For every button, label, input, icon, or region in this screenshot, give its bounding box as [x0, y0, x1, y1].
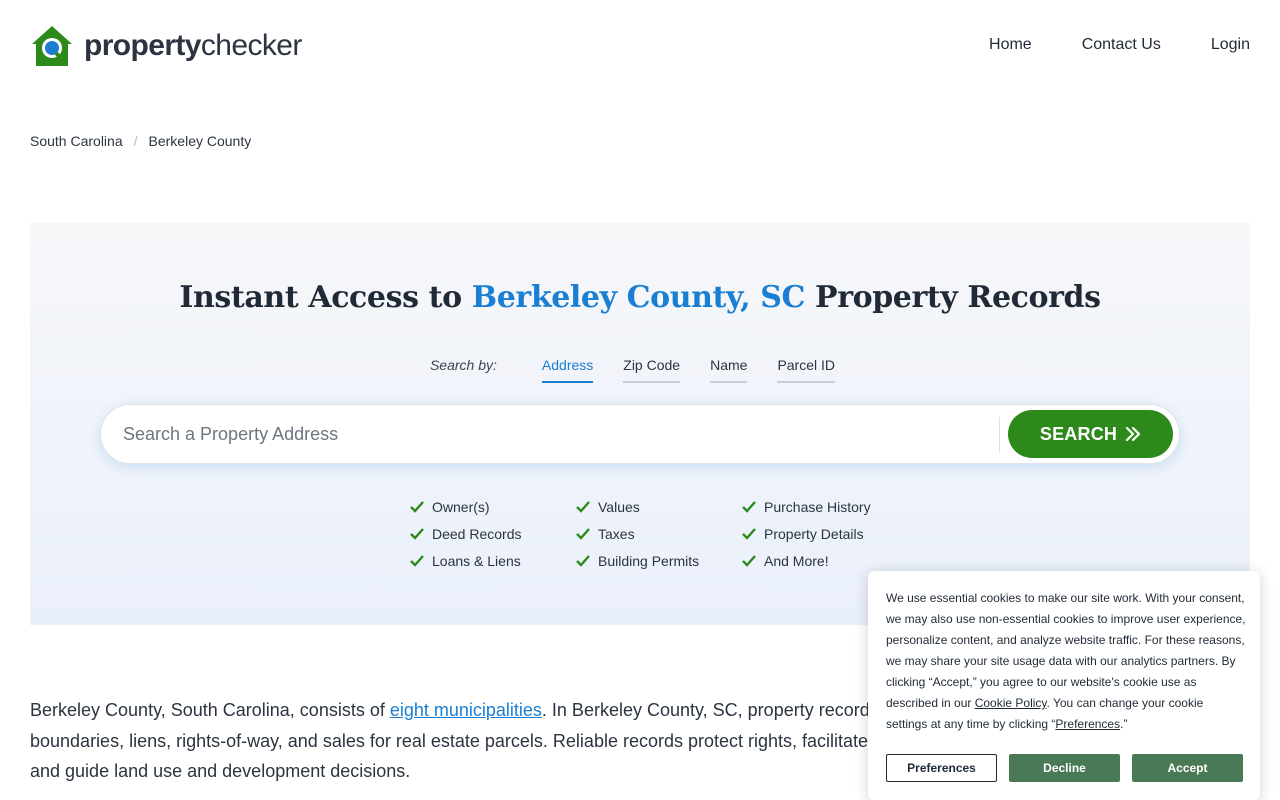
feature-item: Property Details — [742, 524, 908, 544]
tab-name[interactable]: Name — [710, 355, 748, 383]
house-magnifier-icon — [32, 26, 72, 66]
double-chevron-right-icon — [1126, 427, 1141, 441]
logo-wordmark: propertychecker — [84, 29, 302, 62]
nav-login[interactable]: Login — [1211, 35, 1250, 55]
logo[interactable]: propertychecker — [30, 24, 302, 68]
tab-address[interactable]: Address — [541, 355, 594, 383]
decline-button[interactable]: Decline — [1009, 754, 1120, 782]
breadcrumb: South Carolina / Berkeley County — [30, 133, 251, 149]
cookie-policy-link[interactable]: Cookie Policy — [975, 696, 1047, 710]
breadcrumb-separator: / — [133, 133, 138, 149]
feature-item: Values — [576, 497, 742, 517]
search-button-label: SEARCH — [1039, 423, 1118, 444]
hero-search-section: Instant Access to Berkeley County, SC Pr… — [30, 223, 1250, 625]
feature-item: Building Permits — [576, 551, 742, 571]
checkmark-icon — [742, 528, 756, 540]
search-input[interactable] — [123, 415, 993, 453]
search-by-label: Search by: — [429, 357, 497, 373]
feature-item: Owner(s) — [410, 497, 576, 517]
checkmark-icon — [742, 501, 756, 513]
checkmark-icon — [742, 555, 756, 567]
nav-home[interactable]: Home — [989, 35, 1032, 55]
cookie-message: We use essential cookies to make our sit… — [886, 591, 1246, 731]
checkmark-icon — [576, 528, 590, 540]
preferences-link[interactable]: Preferences — [1055, 717, 1120, 731]
feature-item: Deed Records — [410, 524, 576, 544]
feature-list: Owner(s) Values Purchase History Deed Re… — [410, 497, 908, 571]
municipalities-link[interactable]: eight municipalities — [390, 700, 542, 720]
accept-button[interactable]: Accept — [1132, 754, 1243, 782]
breadcrumb-item-county: Berkeley County — [148, 133, 252, 149]
checkmark-icon — [410, 528, 424, 540]
checkmark-icon — [410, 501, 424, 513]
cookie-consent-banner: We use essential cookies to make our sit… — [868, 571, 1260, 800]
cookie-buttons: Preferences Decline Accept — [886, 754, 1243, 782]
search-divider — [999, 417, 1000, 453]
feature-item: Taxes — [576, 524, 742, 544]
search-bar: SEARCH — [100, 404, 1180, 464]
page-title: Instant Access to Berkeley County, SC Pr… — [179, 280, 1101, 315]
checkmark-icon — [410, 555, 424, 567]
main-nav: Home Contact Us Login — [939, 35, 1250, 55]
tab-parcel-id[interactable]: Parcel ID — [777, 355, 836, 383]
checkmark-icon — [576, 555, 590, 567]
checkmark-icon — [576, 501, 590, 513]
breadcrumb-item-state[interactable]: South Carolina — [30, 133, 123, 149]
feature-item: Loans & Liens — [410, 551, 576, 571]
feature-item: And More! — [742, 551, 908, 571]
tab-zip-code[interactable]: Zip Code — [623, 355, 681, 383]
site-header: propertychecker Home Contact Us Login — [0, 0, 1280, 92]
search-type-tabs: Search by: Address Zip Code Name Parcel … — [30, 355, 1250, 383]
preferences-button[interactable]: Preferences — [886, 754, 997, 782]
nav-contact-us[interactable]: Contact Us — [1082, 35, 1161, 55]
search-button[interactable]: SEARCH — [1008, 410, 1173, 458]
feature-item: Purchase History — [742, 497, 908, 517]
